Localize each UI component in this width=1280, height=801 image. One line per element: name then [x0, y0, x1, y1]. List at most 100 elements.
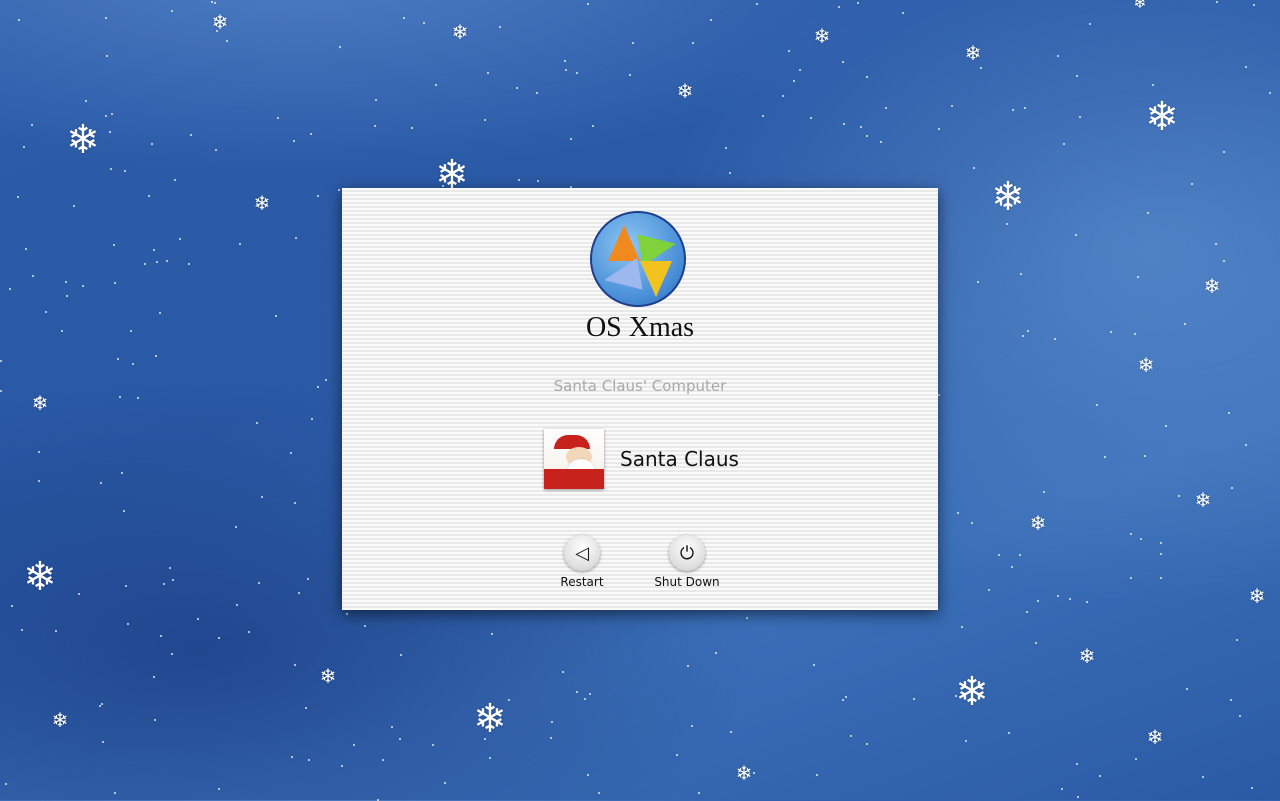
- snow-dot: [31, 124, 33, 126]
- snow-dot: [589, 693, 591, 695]
- user-name: Santa Claus: [620, 447, 739, 471]
- snow-dot: [444, 782, 446, 784]
- snow-dot: [1137, 276, 1139, 278]
- snow-dot: [1223, 151, 1225, 153]
- snowflake-icon: ❄: [965, 43, 982, 63]
- snow-dot: [1223, 260, 1225, 262]
- snowflake-icon: ❄: [1195, 490, 1212, 510]
- snow-dot: [576, 691, 578, 693]
- snow-dot: [973, 167, 975, 169]
- snow-dot: [762, 115, 764, 117]
- snowflake-icon: ❄: [1133, 0, 1146, 11]
- snow-dot: [845, 696, 847, 698]
- snow-dot: [66, 295, 68, 297]
- snow-dot: [0, 390, 2, 392]
- snow-dot: [346, 613, 348, 615]
- snow-dot: [1011, 566, 1013, 568]
- snow-dot: [197, 618, 199, 620]
- snow-dot: [508, 699, 510, 701]
- snow-dot: [971, 522, 973, 524]
- snow-dot: [725, 147, 727, 149]
- snow-dot: [310, 133, 312, 135]
- snow-dot: [1076, 75, 1078, 77]
- snow-dot: [629, 74, 631, 76]
- snow-dot: [710, 19, 712, 21]
- snow-dot: [484, 119, 486, 121]
- snow-dot: [793, 80, 795, 82]
- computer-name: Santa Claus' Computer: [342, 377, 938, 395]
- snow-dot: [516, 87, 518, 89]
- os-title: OS Xmas: [342, 312, 938, 344]
- snow-dot: [1061, 788, 1063, 790]
- snow-dot: [746, 617, 748, 619]
- snow-dot: [38, 480, 40, 482]
- snow-dot: [842, 699, 844, 701]
- snow-dot: [294, 502, 296, 504]
- snow-dot: [153, 249, 155, 251]
- snow-dot: [1147, 212, 1149, 214]
- snow-dot: [111, 113, 113, 115]
- snow-dot: [1236, 639, 1238, 641]
- snow-dot: [105, 17, 107, 19]
- snow-dot: [1160, 542, 1162, 544]
- snowflake-icon: ❄: [473, 699, 507, 739]
- snow-dot: [866, 76, 868, 78]
- snow-dot: [45, 311, 47, 313]
- snow-dot: [188, 263, 190, 265]
- snow-dot: [1178, 495, 1180, 497]
- restart-button[interactable]: ◁ Restart: [552, 535, 612, 589]
- login-window: OS Xmas Santa Claus' Computer Santa Clau…: [342, 188, 938, 610]
- snow-dot: [951, 105, 953, 107]
- restart-icon: ◁: [564, 535, 600, 571]
- snow-dot: [1110, 331, 1112, 333]
- snow-dot: [65, 281, 67, 283]
- snow-dot: [715, 652, 717, 654]
- snow-dot: [988, 589, 990, 591]
- snow-dot: [25, 248, 27, 250]
- snow-dot: [277, 117, 279, 119]
- snow-dot: [171, 653, 173, 655]
- snow-dot: [55, 630, 57, 632]
- snow-dot: [179, 238, 181, 240]
- snow-dot: [106, 55, 108, 57]
- snow-dot: [860, 126, 862, 128]
- snow-dot: [169, 567, 171, 569]
- snow-dot: [570, 138, 572, 140]
- snow-dot: [691, 725, 693, 727]
- snow-dot: [729, 172, 731, 174]
- snow-dot: [99, 705, 101, 707]
- snow-dot: [215, 149, 217, 151]
- snow-dot: [1184, 323, 1186, 325]
- user-item-santa-claus[interactable]: Santa Claus: [544, 429, 739, 489]
- snow-dot: [838, 6, 840, 8]
- shutdown-button[interactable]: ⏻ Shut Down: [647, 535, 727, 589]
- snow-dot: [562, 671, 564, 673]
- snow-dot: [1026, 611, 1028, 613]
- snow-dot: [1245, 66, 1247, 68]
- snow-dot: [1054, 338, 1056, 340]
- snow-dot: [293, 140, 295, 142]
- snowflake-icon: ❄: [254, 193, 271, 213]
- snow-dot: [1160, 577, 1162, 579]
- snow-dot: [1228, 412, 1230, 414]
- snow-dot: [491, 633, 493, 635]
- snow-dot: [375, 99, 377, 101]
- snow-dot: [261, 496, 263, 498]
- snow-dot: [1144, 455, 1146, 457]
- snow-dot: [676, 754, 678, 756]
- snow-dot: [307, 578, 309, 580]
- snow-dot: [117, 358, 119, 360]
- snow-dot: [998, 554, 1000, 556]
- snow-dot: [857, 2, 859, 4]
- snowflake-icon: ❄: [1204, 276, 1221, 296]
- snow-dot: [305, 707, 307, 709]
- snow-dot: [880, 141, 882, 143]
- restart-label: Restart: [552, 575, 612, 589]
- shutdown-label: Shut Down: [647, 575, 727, 589]
- snow-dot: [698, 792, 700, 794]
- snow-dot: [341, 765, 343, 767]
- snow-dot: [364, 625, 366, 627]
- snow-dot: [339, 46, 341, 48]
- snowflake-icon: ❄: [1030, 513, 1047, 533]
- snow-dot: [687, 665, 689, 667]
